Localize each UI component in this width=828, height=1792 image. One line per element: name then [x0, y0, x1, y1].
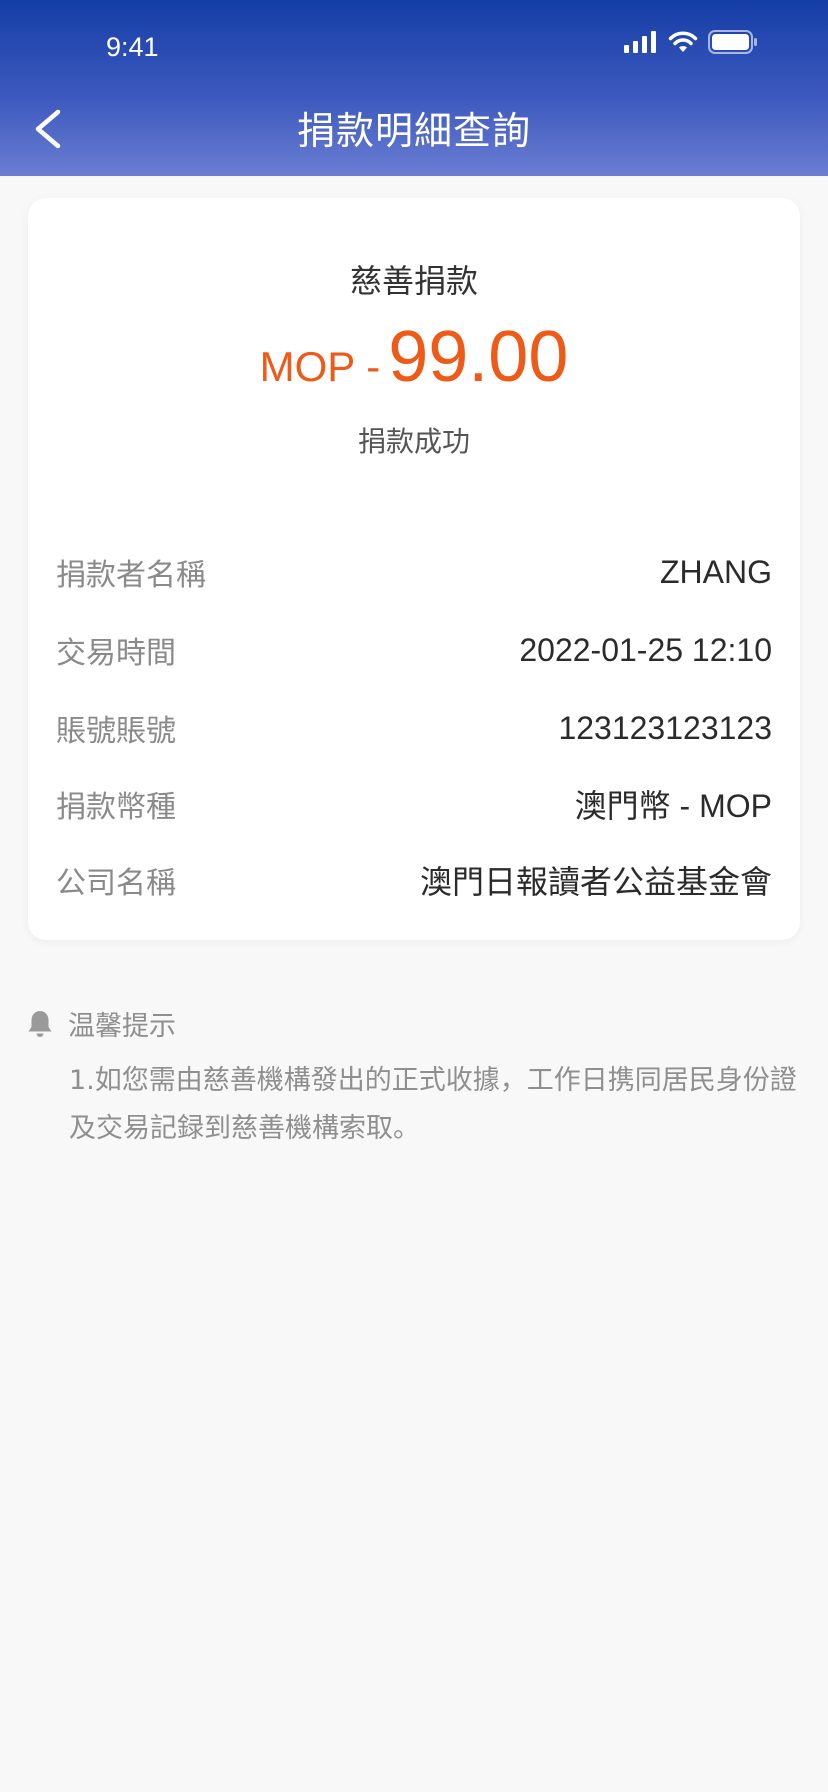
amount-row: MOP - 99.00: [28, 316, 800, 398]
detail-label: 捐款者名稱: [56, 558, 206, 593]
tips-section: 温馨提示 1.如您需由慈善機構發出的正式收據，工作日携同居民身份證及交易記録到慈…: [26, 1004, 806, 1153]
signal-icon: [624, 31, 656, 53]
detail-value: 123123123123: [558, 709, 772, 746]
donation-status: 捐款成功: [357, 425, 470, 458]
header-bar: 9:41 捐款明細查詢: [0, 0, 828, 176]
status-icons: [624, 30, 758, 54]
donation-summary-card: 慈善捐款 MOP - 99.00 捐款成功 捐款者名稱 ZHANG 交易時間 2…: [28, 198, 800, 940]
tips-text: 1.如您需由慈善機構發出的正式收據，工作日携同居民身份證及交易記録到慈善機構索取…: [69, 1065, 797, 1144]
detail-label: 交易時間: [56, 636, 176, 671]
detail-row-account: 賬號賬號 123123123123: [56, 706, 772, 750]
detail-row-donor: 捐款者名稱 ZHANG: [56, 550, 772, 594]
wifi-icon: [668, 31, 698, 52]
bell-icon: [28, 1010, 52, 1037]
page-title: 捐款明細查詢: [296, 109, 531, 153]
detail-row-company: 公司名稱 澳門日報讀者公益基金會: [56, 858, 772, 902]
detail-value: 澳門幣 - MOP: [574, 788, 772, 824]
amount-value: 99.00: [388, 317, 569, 397]
detail-label: 捐款幣種: [56, 790, 176, 825]
detail-value: 2022-01-25 12:10: [519, 631, 772, 668]
detail-row-currency: 捐款幣種 澳門幣 - MOP: [56, 782, 772, 826]
detail-value: ZHANG: [660, 553, 772, 590]
battery-icon: [708, 30, 757, 54]
status-time: 9:41: [106, 32, 159, 62]
tips-header: 温馨提示: [26, 1004, 806, 1043]
donation-type: 慈善捐款: [349, 262, 478, 300]
detail-row-time: 交易時間 2022-01-25 12:10: [56, 628, 772, 672]
detail-label: 公司名稱: [56, 866, 176, 901]
detail-label: 賬號賬號: [56, 714, 176, 749]
detail-value: 澳門日報讀者公益基金會: [419, 864, 772, 900]
amount-currency: MOP -: [259, 343, 381, 390]
tips-title: 温馨提示: [68, 1011, 176, 1042]
